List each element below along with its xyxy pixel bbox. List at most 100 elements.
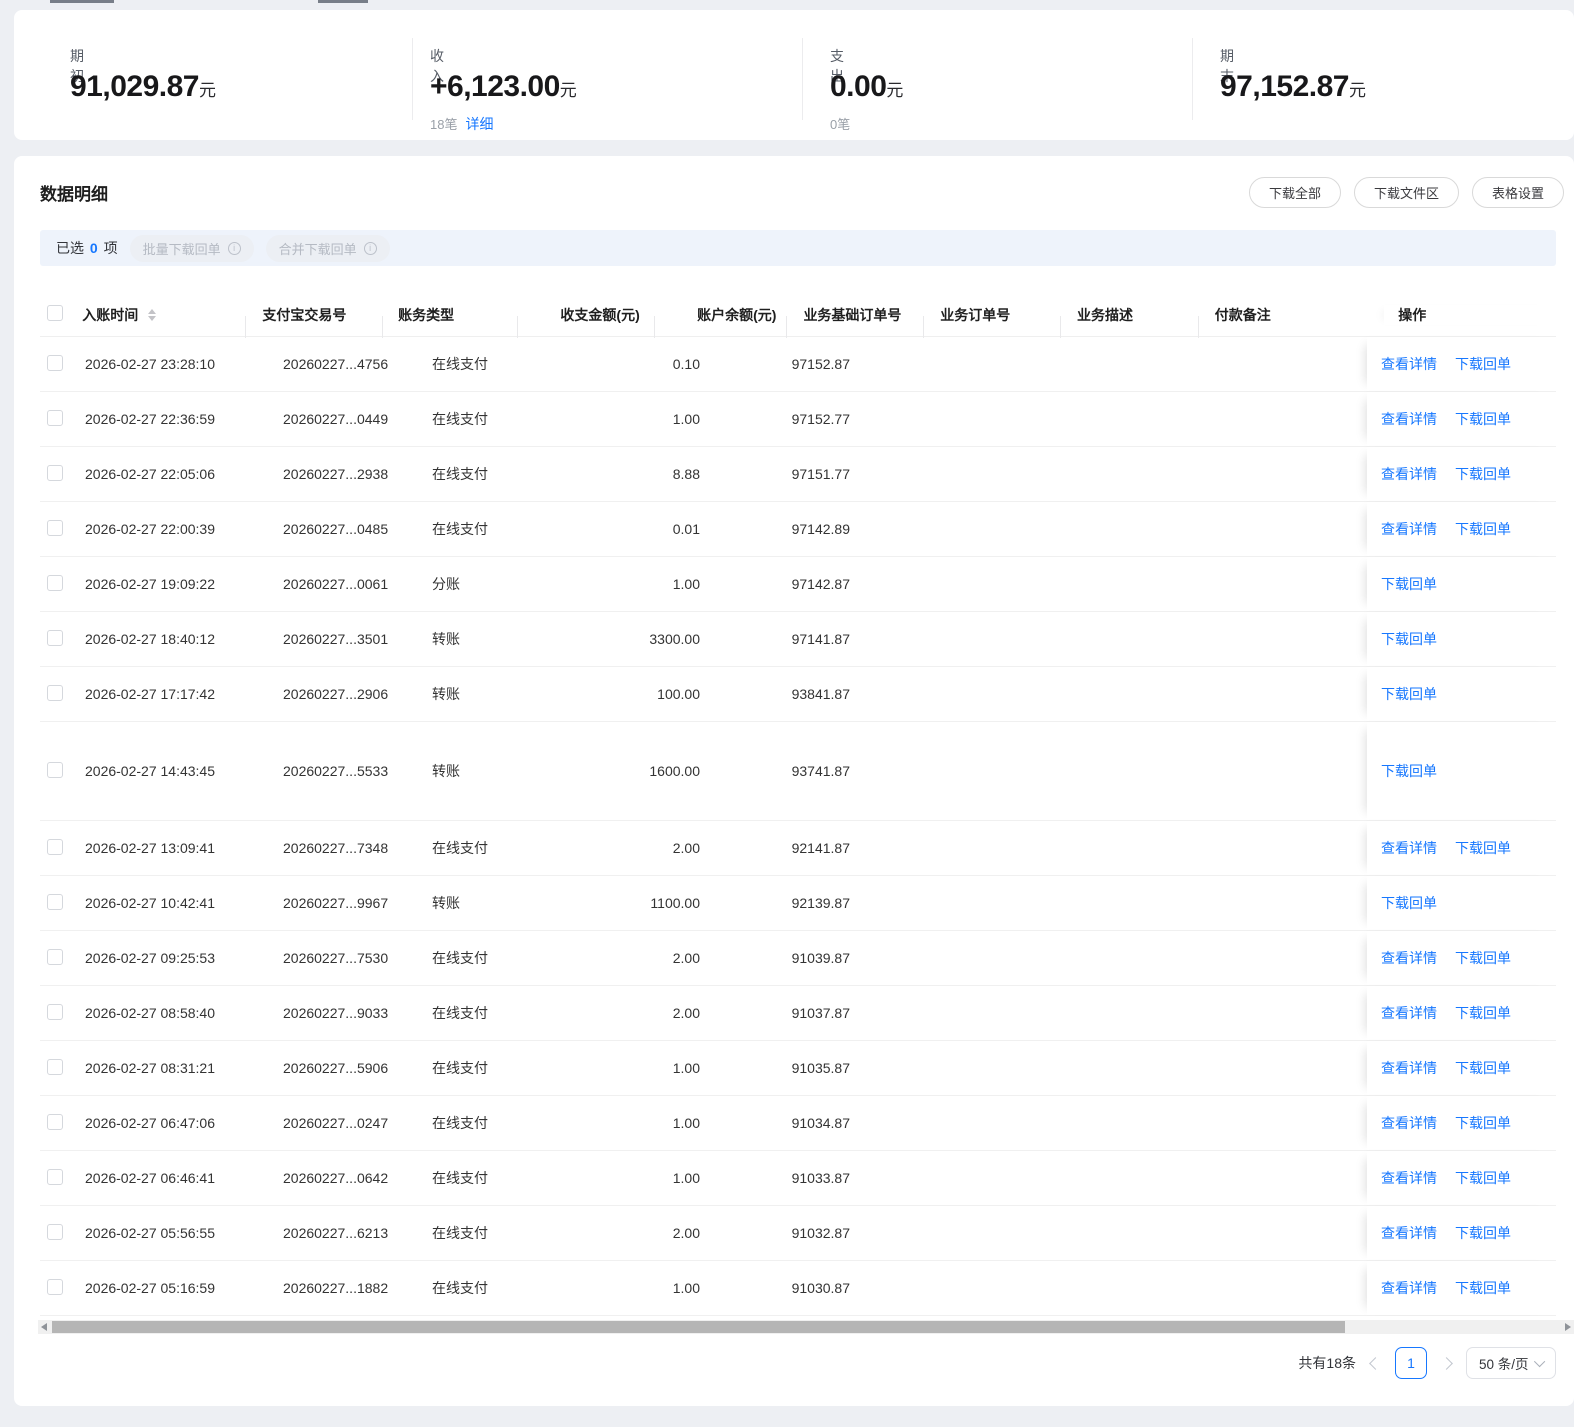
balance-cell: 91035.87 bbox=[791, 1060, 850, 1076]
entry-time-cell: 2026-02-27 14:43:45 bbox=[85, 763, 215, 779]
download-receipt-link[interactable]: 下载回单 bbox=[1455, 1003, 1511, 1023]
row-checkbox[interactable] bbox=[47, 761, 63, 778]
income-detail-link[interactable]: 详细 bbox=[465, 114, 493, 134]
row-checkbox[interactable] bbox=[47, 684, 63, 701]
balance-cell: 93741.87 bbox=[791, 763, 850, 779]
view-detail-link[interactable]: 查看详情 bbox=[1381, 354, 1437, 374]
account-type-cell: 在线支付 bbox=[432, 950, 488, 966]
page-size-select[interactable]: 50 条/页 bbox=[1466, 1347, 1556, 1379]
view-detail-link[interactable]: 查看详情 bbox=[1381, 409, 1437, 429]
entry-time-cell: 2026-02-27 05:56:55 bbox=[85, 1225, 215, 1241]
row-checkbox[interactable] bbox=[47, 409, 63, 426]
data-detail-panel: 数据明细 下载全部 下载文件区 表格设置 已选 0 项 批量下载回单 i 合并下载… bbox=[14, 156, 1574, 1406]
view-detail-link[interactable]: 查看详情 bbox=[1381, 519, 1437, 539]
income-value: +6,123.00元 bbox=[430, 70, 577, 103]
entry-time-cell: 2026-02-27 22:05:06 bbox=[85, 466, 215, 482]
actions-cell: 查看详情 下载回单 bbox=[1367, 1261, 1556, 1315]
batch-download-button[interactable]: 批量下载回单 i bbox=[129, 234, 254, 262]
sort-control[interactable] bbox=[148, 308, 157, 321]
download-receipt-link[interactable]: 下载回单 bbox=[1381, 761, 1437, 781]
row-checkbox[interactable] bbox=[47, 464, 63, 481]
download-receipt-link[interactable]: 下载回单 bbox=[1455, 1058, 1511, 1078]
row-checkbox-cell bbox=[40, 838, 75, 858]
balance-cell: 91039.87 bbox=[791, 950, 850, 966]
current-page-button[interactable]: 1 bbox=[1395, 1347, 1427, 1379]
download-receipt-link[interactable]: 下载回单 bbox=[1455, 838, 1511, 858]
download-receipt-link[interactable]: 下载回单 bbox=[1381, 629, 1437, 649]
balance-cell: 91032.87 bbox=[791, 1225, 850, 1241]
row-checkbox-cell bbox=[40, 1058, 75, 1078]
view-detail-link[interactable]: 查看详情 bbox=[1381, 1003, 1437, 1023]
row-checkbox[interactable] bbox=[47, 1223, 63, 1240]
account-type-cell: 在线支付 bbox=[432, 840, 488, 856]
amount-cell: 0.01 bbox=[672, 521, 700, 537]
download-receipt-link[interactable]: 下载回单 bbox=[1455, 409, 1511, 429]
download-receipt-link[interactable]: 下载回单 bbox=[1455, 519, 1511, 539]
select-all-checkbox[interactable] bbox=[47, 305, 63, 321]
header-balance: 账户余额(元) bbox=[655, 305, 788, 338]
next-page-icon[interactable] bbox=[1440, 1356, 1453, 1370]
view-detail-link[interactable]: 查看详情 bbox=[1381, 1223, 1437, 1243]
entry-time-cell: 2026-02-27 13:09:41 bbox=[85, 840, 215, 856]
scroll-right-icon[interactable] bbox=[1565, 1323, 1571, 1331]
scrollbar-thumb[interactable] bbox=[52, 1321, 1345, 1333]
download-receipt-link[interactable]: 下载回单 bbox=[1455, 1113, 1511, 1133]
download-receipt-link[interactable]: 下载回单 bbox=[1455, 1278, 1511, 1298]
balance-cell: 91033.87 bbox=[791, 1170, 850, 1186]
scroll-left-icon[interactable] bbox=[41, 1323, 47, 1331]
table-row: 2026-02-27 19:09:22 20260227...0061 分账 1.00… bbox=[40, 557, 1556, 612]
download-receipt-link[interactable]: 下载回单 bbox=[1381, 574, 1437, 594]
row-checkbox[interactable] bbox=[47, 1278, 63, 1295]
table-settings-button[interactable]: 表格设置 bbox=[1471, 177, 1564, 208]
income-sub: 18笔 详细 bbox=[430, 114, 493, 134]
view-detail-link[interactable]: 查看详情 bbox=[1381, 838, 1437, 858]
prev-page-icon[interactable] bbox=[1369, 1356, 1382, 1370]
row-checkbox[interactable] bbox=[47, 574, 63, 591]
row-checkbox[interactable] bbox=[47, 629, 63, 646]
table-row: 2026-02-27 10:42:41 20260227...9967 转账 1100… bbox=[40, 876, 1556, 931]
page-title: 数据明细 bbox=[40, 185, 108, 204]
account-type-cell: 转账 bbox=[432, 763, 460, 779]
chevron-down-icon bbox=[1533, 1355, 1546, 1368]
view-detail-link[interactable]: 查看详情 bbox=[1381, 1278, 1437, 1298]
row-checkbox[interactable] bbox=[47, 1113, 63, 1130]
download-receipt-link[interactable]: 下载回单 bbox=[1381, 684, 1437, 704]
view-detail-link[interactable]: 查看详情 bbox=[1381, 464, 1437, 484]
view-detail-link[interactable]: 查看详情 bbox=[1381, 1113, 1437, 1133]
table-row: 2026-02-27 22:36:59 20260227...0449 在线支付 1.… bbox=[40, 392, 1556, 447]
download-receipt-link[interactable]: 下载回单 bbox=[1455, 1168, 1511, 1188]
row-checkbox[interactable] bbox=[47, 354, 63, 371]
horizontal-scrollbar[interactable] bbox=[38, 1320, 1574, 1334]
alipay-txn-id-cell: 20260227...0642 bbox=[283, 1170, 389, 1186]
divider bbox=[1192, 38, 1193, 120]
row-checkbox[interactable] bbox=[47, 1058, 63, 1075]
download-receipt-link[interactable]: 下载回单 bbox=[1455, 1223, 1511, 1243]
amount-cell: 1600.00 bbox=[649, 763, 700, 779]
row-checkbox-cell bbox=[40, 464, 75, 484]
actions-cell: 查看详情 下载回单 bbox=[1367, 337, 1556, 391]
row-checkbox[interactable] bbox=[47, 948, 63, 965]
view-detail-link[interactable]: 查看详情 bbox=[1381, 1168, 1437, 1188]
row-checkbox[interactable] bbox=[47, 1003, 63, 1020]
entry-time-cell: 2026-02-27 22:36:59 bbox=[85, 411, 215, 427]
row-checkbox[interactable] bbox=[47, 838, 63, 855]
row-checkbox[interactable] bbox=[47, 893, 63, 910]
merge-download-button[interactable]: 合并下载回单 i bbox=[265, 234, 390, 262]
download-zone-button[interactable]: 下载文件区 bbox=[1353, 177, 1459, 208]
row-checkbox-cell bbox=[40, 684, 75, 704]
alipay-txn-id-cell: 20260227...0485 bbox=[283, 521, 389, 537]
balance-cell: 97152.87 bbox=[791, 356, 850, 372]
download-receipt-link[interactable]: 下载回单 bbox=[1455, 464, 1511, 484]
download-receipt-link[interactable]: 下载回单 bbox=[1381, 893, 1437, 913]
balance-cell: 92139.87 bbox=[791, 895, 850, 911]
row-checkbox[interactable] bbox=[47, 1168, 63, 1185]
download-receipt-link[interactable]: 下载回单 bbox=[1455, 948, 1511, 968]
panel-toolbar: 下载全部 下载文件区 表格设置 bbox=[1248, 177, 1564, 208]
download-all-button[interactable]: 下载全部 bbox=[1248, 177, 1341, 208]
divider bbox=[412, 38, 413, 120]
download-receipt-link[interactable]: 下载回单 bbox=[1455, 354, 1511, 374]
row-checkbox[interactable] bbox=[47, 519, 63, 536]
view-detail-link[interactable]: 查看详情 bbox=[1381, 948, 1437, 968]
alipay-txn-id-cell: 20260227...5533 bbox=[283, 763, 389, 779]
view-detail-link[interactable]: 查看详情 bbox=[1381, 1058, 1437, 1078]
